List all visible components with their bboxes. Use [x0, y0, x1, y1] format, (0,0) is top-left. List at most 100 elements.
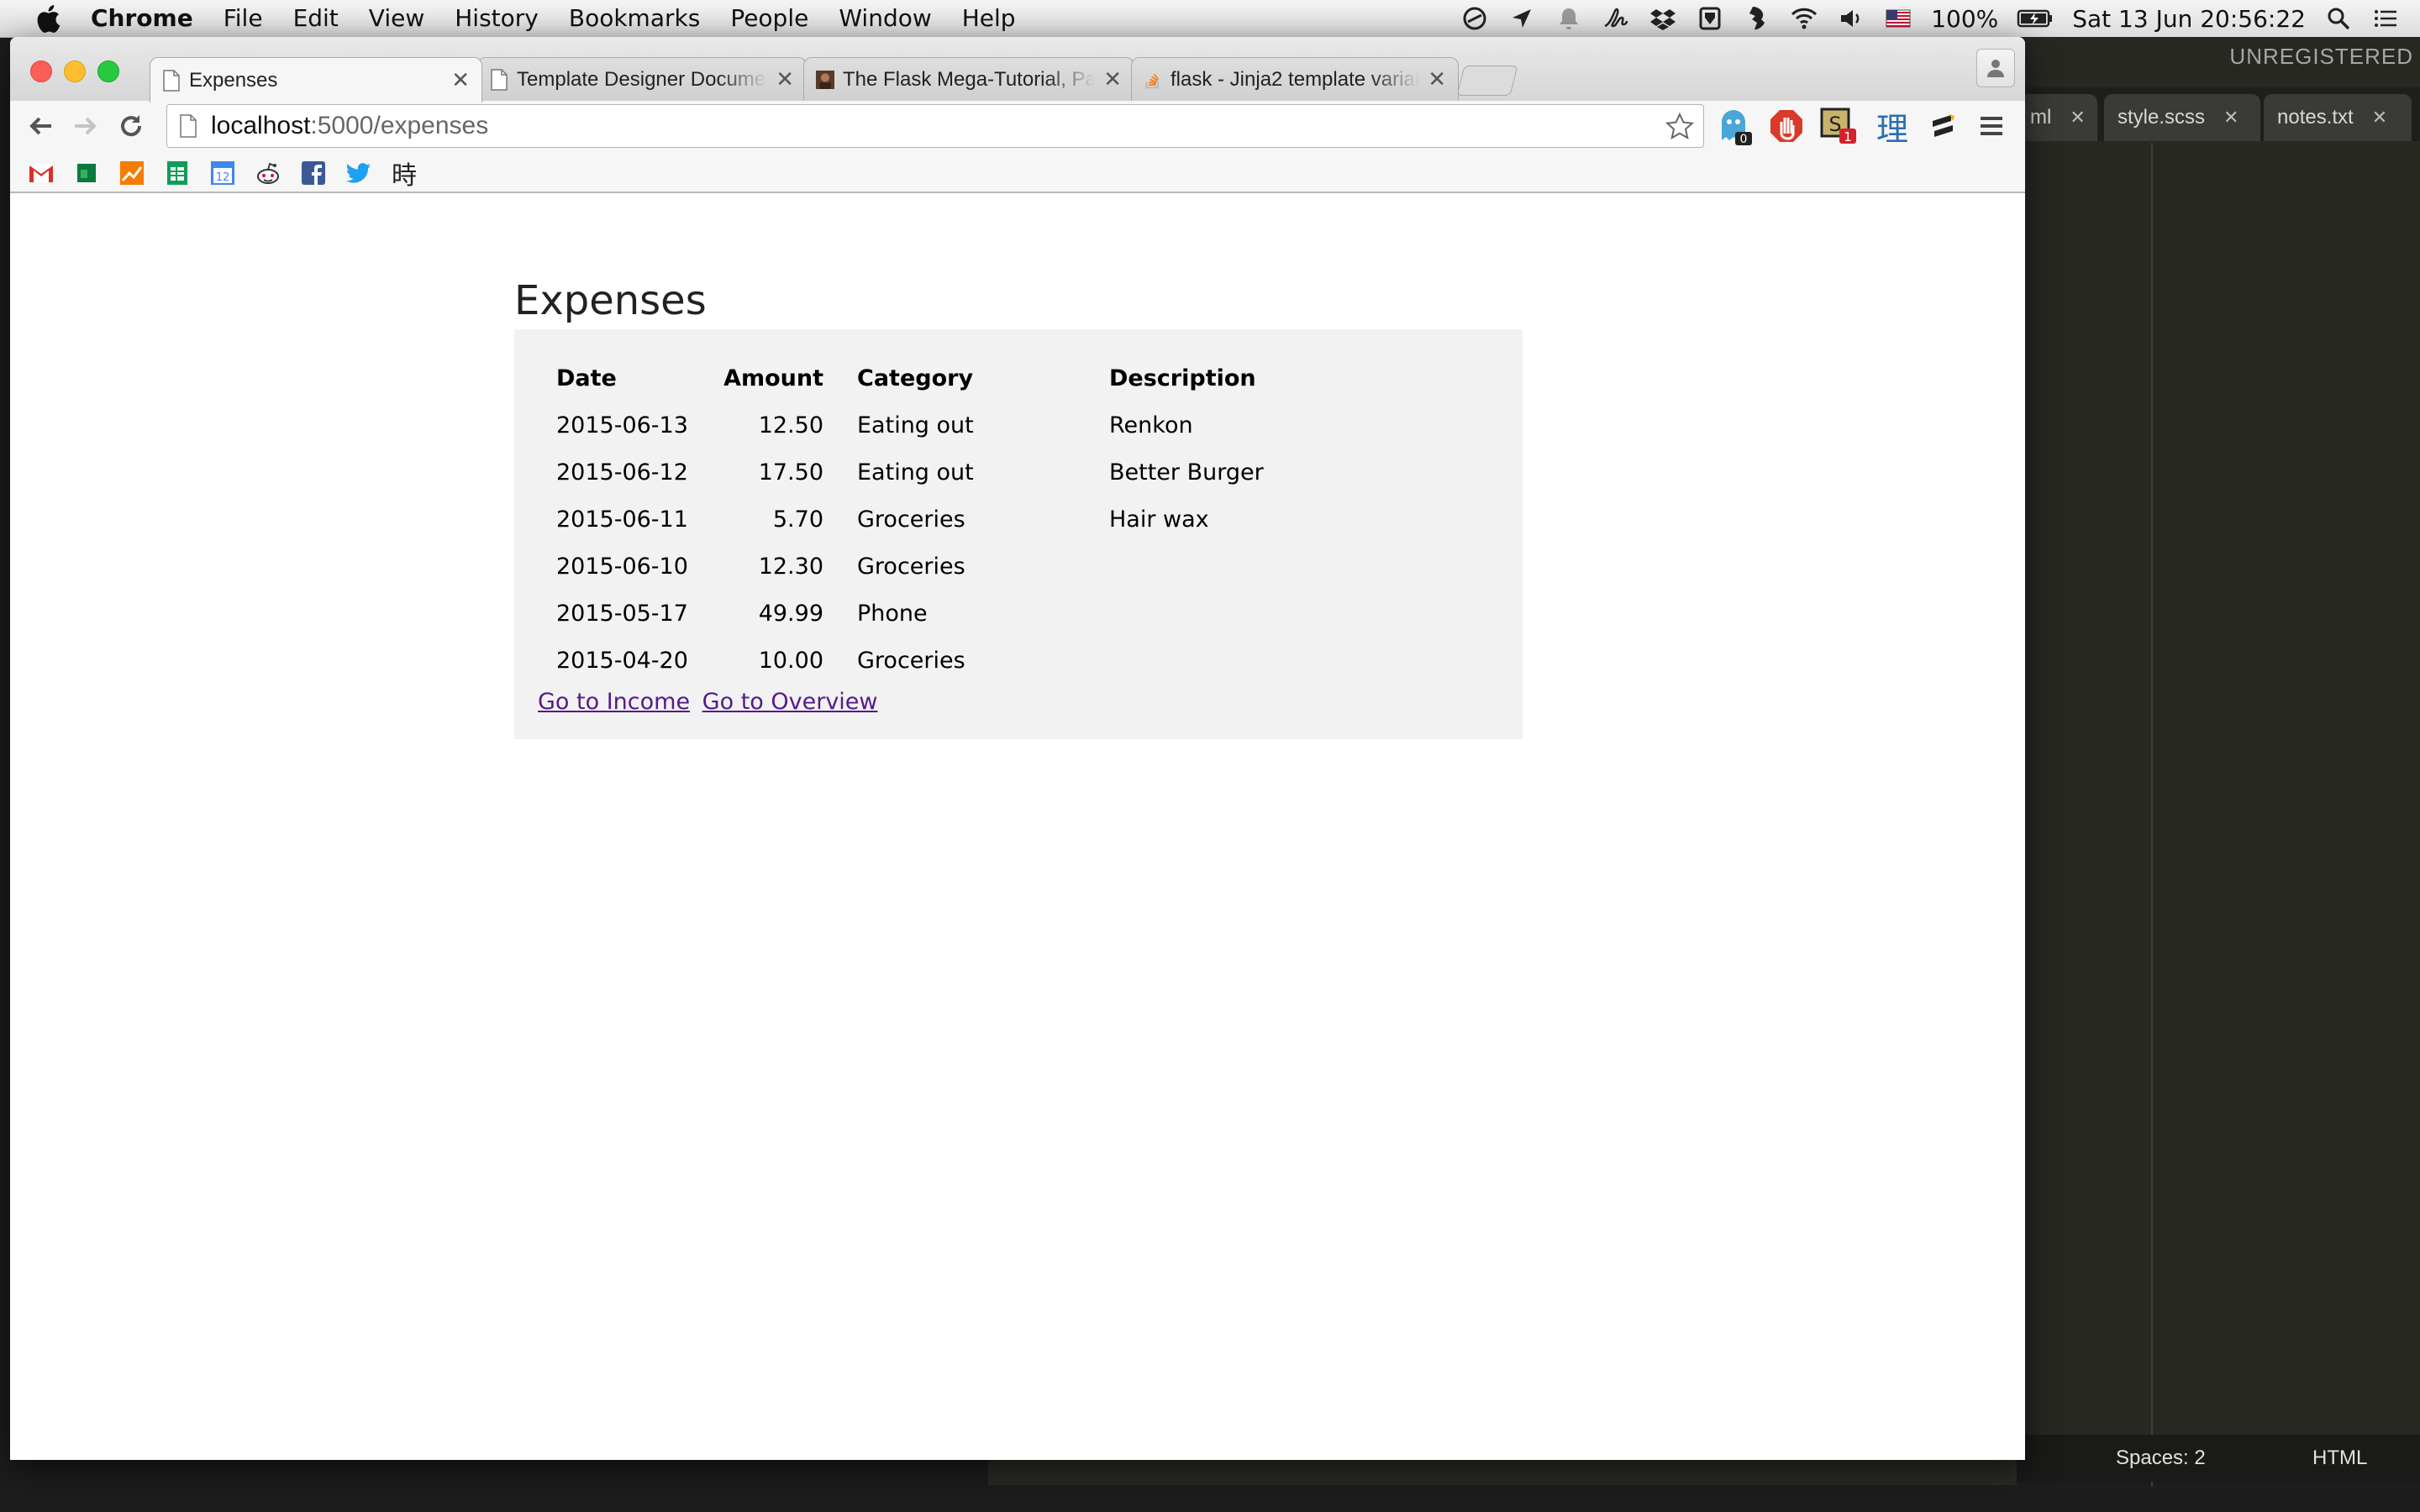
tab-template-designer[interactable]: Template Designer Documentation ✕ [477, 57, 807, 101]
editor-tab-notes-txt[interactable]: notes.txt ✕ [2264, 94, 2412, 141]
close-icon[interactable]: ✕ [2223, 107, 2238, 129]
bookmark-reddit[interactable] [254, 159, 282, 187]
background-window-strip [988, 1460, 2017, 1485]
bookmark-gmail[interactable] [27, 159, 55, 187]
person-icon [1987, 60, 2004, 77]
profile-button[interactable] [1976, 49, 2015, 87]
back-button[interactable] [24, 109, 57, 143]
stop-hand-icon [1770, 110, 1802, 142]
page-info-icon[interactable] [179, 114, 197, 138]
adblock-extension[interactable] [1766, 106, 1807, 146]
tab-expenses[interactable]: Expenses ✕ [150, 57, 482, 102]
clock[interactable]: Sat 13 Jun 20:56:22 [2072, 5, 2306, 33]
menu-window[interactable]: Window [839, 4, 931, 32]
menu-edit[interactable]: Edit [293, 4, 339, 32]
new-tab-button[interactable] [1456, 66, 1518, 96]
bookmark-star-icon[interactable] [1665, 112, 1695, 142]
tab-close-icon[interactable]: ✕ [776, 66, 794, 92]
cell-amount: 49.99 [758, 600, 823, 627]
url-text: localhost:5000/expenses [211, 112, 488, 140]
page-viewport: Expenses Date Amount Category Descriptio… [10, 193, 2025, 1460]
kanji-icon: 理 [1876, 110, 1908, 148]
analytics-icon [120, 161, 144, 185]
bookmark-twitter[interactable] [345, 159, 373, 187]
spotlight-search-icon[interactable] [2324, 4, 2353, 33]
notification-center-icon[interactable] [2371, 4, 2400, 33]
menu-history[interactable]: History [455, 4, 539, 32]
sublime-extension[interactable] [1923, 106, 1963, 146]
kanji-extension[interactable]: 理 [1872, 106, 1912, 148]
tab-close-icon[interactable]: ✕ [1103, 66, 1122, 92]
menu-file[interactable]: File [224, 4, 263, 32]
reddit-icon [257, 162, 279, 184]
tab-stackoverflow-jinja2[interactable]: flask - Jinja2 template variable ✕ [1131, 57, 1459, 101]
battery-percent[interactable]: 100% [1931, 5, 1998, 33]
battery-charging-icon[interactable] [2017, 4, 2054, 33]
volume-icon[interactable] [1837, 4, 1865, 33]
author-avatar-icon [816, 70, 834, 89]
tab-close-icon[interactable]: ✕ [451, 67, 470, 93]
facebook-icon [302, 161, 325, 185]
close-icon[interactable]: ✕ [2070, 107, 2085, 129]
menu-view[interactable]: View [369, 4, 424, 32]
indentation-status[interactable]: Spaces: 2 [2116, 1446, 2206, 1470]
dropbox-icon[interactable] [1649, 4, 1677, 33]
reload-button[interactable] [114, 109, 148, 143]
expenses-table: Date Amount Category Description 2015-06… [544, 354, 1361, 684]
page-icon [491, 68, 508, 91]
tab-close-icon[interactable]: ✕ [1428, 66, 1446, 92]
ghostery-extension[interactable]: 0 [1714, 106, 1754, 146]
kanji-bookmark-icon: 時 [392, 161, 417, 191]
table-row: 2015-04-20 10.00 Groceries [544, 637, 1361, 684]
table-row: 2015-06-12 17.50 Eating out Better Burge… [544, 449, 1361, 496]
bookmark-kanji[interactable]: 時 [390, 159, 418, 191]
cell-category: Groceries [857, 506, 965, 533]
signature-app-icon[interactable] [1602, 4, 1630, 33]
us-flag-input-icon[interactable] [1884, 4, 1912, 33]
tab-flask-mega-tutorial[interactable]: The Flask Mega-Tutorial, Part ✕ [803, 57, 1134, 101]
bookmark-sheets-dark[interactable] [72, 159, 101, 187]
do-not-disturb-icon[interactable] [1460, 4, 1489, 33]
bookmark-sheets[interactable] [163, 159, 192, 187]
go-to-income-link[interactable]: Go to Income [538, 689, 690, 715]
menu-people[interactable]: People [730, 4, 808, 32]
menu-app-name[interactable]: Chrome [91, 4, 193, 32]
syntax-status[interactable]: HTML [2312, 1446, 2367, 1470]
notification-bell-icon[interactable] [1555, 4, 1583, 33]
location-arrow-icon[interactable] [1507, 4, 1536, 33]
menu-help[interactable]: Help [962, 4, 1016, 32]
calendar-day: 12 [216, 171, 230, 184]
menu-bookmarks[interactable]: Bookmarks [569, 4, 700, 32]
cell-date: 2015-06-11 [556, 506, 688, 533]
forward-button[interactable] [69, 109, 103, 143]
editor-tab-strip: ml ✕ style.scss ✕ notes.txt ✕ [1966, 87, 2420, 141]
table-header-row: Date Amount Category Description [544, 354, 1361, 402]
window-minimize-button[interactable] [64, 60, 86, 82]
wifi-icon[interactable] [1790, 4, 1818, 33]
window-zoom-button[interactable] [97, 60, 119, 82]
cell-date: 2015-06-12 [556, 459, 688, 486]
table-row: 2015-05-17 49.99 Phone [544, 590, 1361, 637]
sheets-icon [167, 161, 187, 185]
cell-date: 2015-06-10 [556, 553, 688, 580]
evernote-icon[interactable] [1743, 4, 1771, 33]
twitter-icon [346, 163, 371, 183]
macos-menu-bar: Chrome File Edit View History Bookmarks … [0, 0, 2420, 38]
chrome-menu-button[interactable] [1971, 106, 2012, 146]
bookmark-analytics[interactable] [118, 159, 146, 187]
editor-tab-label: notes.txt [2277, 106, 2354, 129]
bookmark-facebook[interactable] [299, 159, 328, 187]
bookmark-calendar[interactable]: 12 [208, 159, 237, 187]
apple-icon[interactable] [35, 3, 60, 34]
column-header-date: Date [556, 365, 617, 391]
address-bar[interactable]: localhost:5000/expenses [166, 104, 1704, 148]
bartender-icon[interactable] [1696, 4, 1724, 33]
ghost-icon: 0 [1722, 110, 1752, 145]
extension-with-badge[interactable]: S1 [1818, 106, 1859, 146]
stackoverflow-icon [1145, 73, 1160, 88]
go-to-overview-link[interactable]: Go to Overview [702, 689, 878, 715]
close-icon[interactable]: ✕ [2372, 107, 2387, 129]
editor-tab-style-scss[interactable]: style.scss ✕ [2104, 94, 2260, 141]
window-close-button[interactable] [30, 60, 52, 82]
cell-category: Phone [857, 600, 928, 627]
